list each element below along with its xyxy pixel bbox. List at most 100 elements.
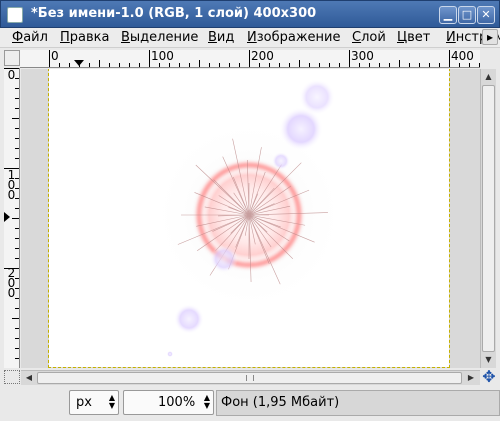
scroll-right-icon[interactable]: ▶ xyxy=(464,371,478,385)
ruler-tick xyxy=(12,118,19,119)
unit-spin-icon[interactable]: ▲ ▼ xyxy=(109,394,115,410)
app-icon xyxy=(7,7,23,23)
ruler-tick xyxy=(4,168,19,169)
ruler-tick xyxy=(15,148,19,149)
ruler-tick xyxy=(69,63,70,67)
ruler-tick xyxy=(339,63,340,67)
menu-edit[interactable]: Правка xyxy=(60,30,109,45)
ruler-tick xyxy=(459,63,460,67)
ruler-tick xyxy=(15,88,19,89)
ruler-tick xyxy=(15,288,19,289)
ruler-tick xyxy=(15,248,19,249)
zoom-spin-icon[interactable]: ▲ ▼ xyxy=(204,394,210,410)
ruler-tick xyxy=(399,60,400,67)
ruler-tick xyxy=(15,158,19,159)
scroll-left-icon[interactable]: ◀ xyxy=(22,371,36,385)
window-title: *Без имени-1.0 (RGB, 1 слой) 400x300 xyxy=(31,6,317,21)
ruler-tick xyxy=(15,138,19,139)
unit-selector[interactable]: px ▲ ▼ xyxy=(69,390,119,415)
ruler-tick xyxy=(15,258,19,259)
ruler-tick xyxy=(15,208,19,209)
ruler-tick xyxy=(12,218,19,219)
ruler-label-300: 300 xyxy=(351,50,374,63)
ruler-tick xyxy=(15,348,19,349)
ruler-tick xyxy=(119,63,120,67)
menu-select[interactable]: Выделение xyxy=(121,30,198,45)
ruler-tick xyxy=(449,50,450,67)
menu-view[interactable]: Вид xyxy=(208,30,234,45)
ruler-tick xyxy=(439,63,440,67)
ruler-tick xyxy=(419,63,420,67)
ruler-tick xyxy=(159,63,160,67)
ruler-label-200: 200 xyxy=(251,50,274,63)
ruler-label-100: 100 xyxy=(151,50,174,63)
ruler-tick xyxy=(249,50,250,67)
vertical-scrollbar[interactable]: ▲ ▼ xyxy=(480,69,496,368)
ruler-tick xyxy=(409,63,410,67)
quick-mask-toggle[interactable] xyxy=(4,370,20,384)
ruler-tick xyxy=(15,78,19,79)
ruler-label-v100: 1 0 0 xyxy=(7,168,16,202)
horizontal-scroll-thumb[interactable] xyxy=(37,372,462,384)
ruler-tick xyxy=(329,63,330,67)
menu-image[interactable]: Изображение xyxy=(247,30,341,45)
ruler-tick xyxy=(369,63,370,67)
ruler-tick xyxy=(15,338,19,339)
ruler-tick xyxy=(319,63,320,67)
ruler-tick xyxy=(15,238,19,239)
scroll-down-icon[interactable]: ▼ xyxy=(482,353,495,367)
minimize-button[interactable]: ▁ xyxy=(439,6,457,24)
ruler-tick xyxy=(15,108,19,109)
ruler-tick xyxy=(479,63,480,67)
horizontal-ruler[interactable]: 0 100 200 300 400 xyxy=(20,50,480,68)
maximize-button[interactable]: □ xyxy=(458,6,476,24)
lens-flare-drawing xyxy=(149,79,349,357)
ruler-tick xyxy=(269,63,270,67)
ruler-tick xyxy=(239,63,240,67)
menu-overflow-button[interactable]: ▸ xyxy=(482,29,498,45)
ruler-tick xyxy=(99,60,100,67)
menu-colors[interactable]: Цвет xyxy=(397,30,430,45)
ruler-tick xyxy=(15,98,19,99)
ruler-tick xyxy=(149,50,150,67)
navigate-icon[interactable]: ✥ xyxy=(480,368,498,386)
status-info: Фон (1,95 Мбайт) xyxy=(216,390,500,416)
title-bar[interactable]: *Без имени-1.0 (RGB, 1 слой) 400x300 ▁ □… xyxy=(0,0,500,28)
ruler-tick xyxy=(15,228,19,229)
pointer-marker-y xyxy=(4,212,10,222)
ghost-4 xyxy=(210,245,238,273)
image-canvas[interactable] xyxy=(48,69,450,368)
ruler-label-400: 400 xyxy=(451,50,474,63)
ruler-tick xyxy=(129,63,130,67)
menu-file[interactable]: Файл xyxy=(12,30,48,45)
scroll-up-icon[interactable]: ▲ xyxy=(482,70,495,84)
ruler-tick xyxy=(15,178,19,179)
horizontal-scrollbar[interactable]: ◀ ▶ xyxy=(21,370,480,385)
ghost-5 xyxy=(174,304,204,334)
ruler-tick xyxy=(15,278,19,279)
ruler-tick xyxy=(179,63,180,67)
ruler-tick xyxy=(389,63,390,67)
ruler-tick xyxy=(15,308,19,309)
menu-bar: Файл Правка Выделение Вид Изображение Сл… xyxy=(0,28,500,48)
ruler-tick xyxy=(15,128,19,129)
ruler-tick xyxy=(139,63,140,67)
ruler-tick xyxy=(189,63,190,67)
unit-value: px xyxy=(76,395,92,410)
close-button[interactable]: ✕ xyxy=(477,6,495,24)
vertical-scroll-thumb[interactable] xyxy=(482,85,495,352)
ruler-tick xyxy=(169,63,170,67)
zoom-selector[interactable]: 100% ▲ ▼ xyxy=(123,390,214,415)
ruler-tick xyxy=(299,60,300,67)
ruler-tick xyxy=(4,268,19,269)
menu-layer[interactable]: Слой xyxy=(352,30,386,45)
ruler-tick xyxy=(379,63,380,67)
ruler-corner[interactable] xyxy=(4,50,20,66)
ruler-tick xyxy=(12,318,19,319)
ruler-tick xyxy=(15,188,19,189)
ruler-tick xyxy=(289,63,290,67)
canvas-viewport[interactable] xyxy=(21,69,480,368)
ruler-tick xyxy=(209,63,210,67)
ruler-tick xyxy=(219,63,220,67)
ruler-tick xyxy=(429,63,430,67)
